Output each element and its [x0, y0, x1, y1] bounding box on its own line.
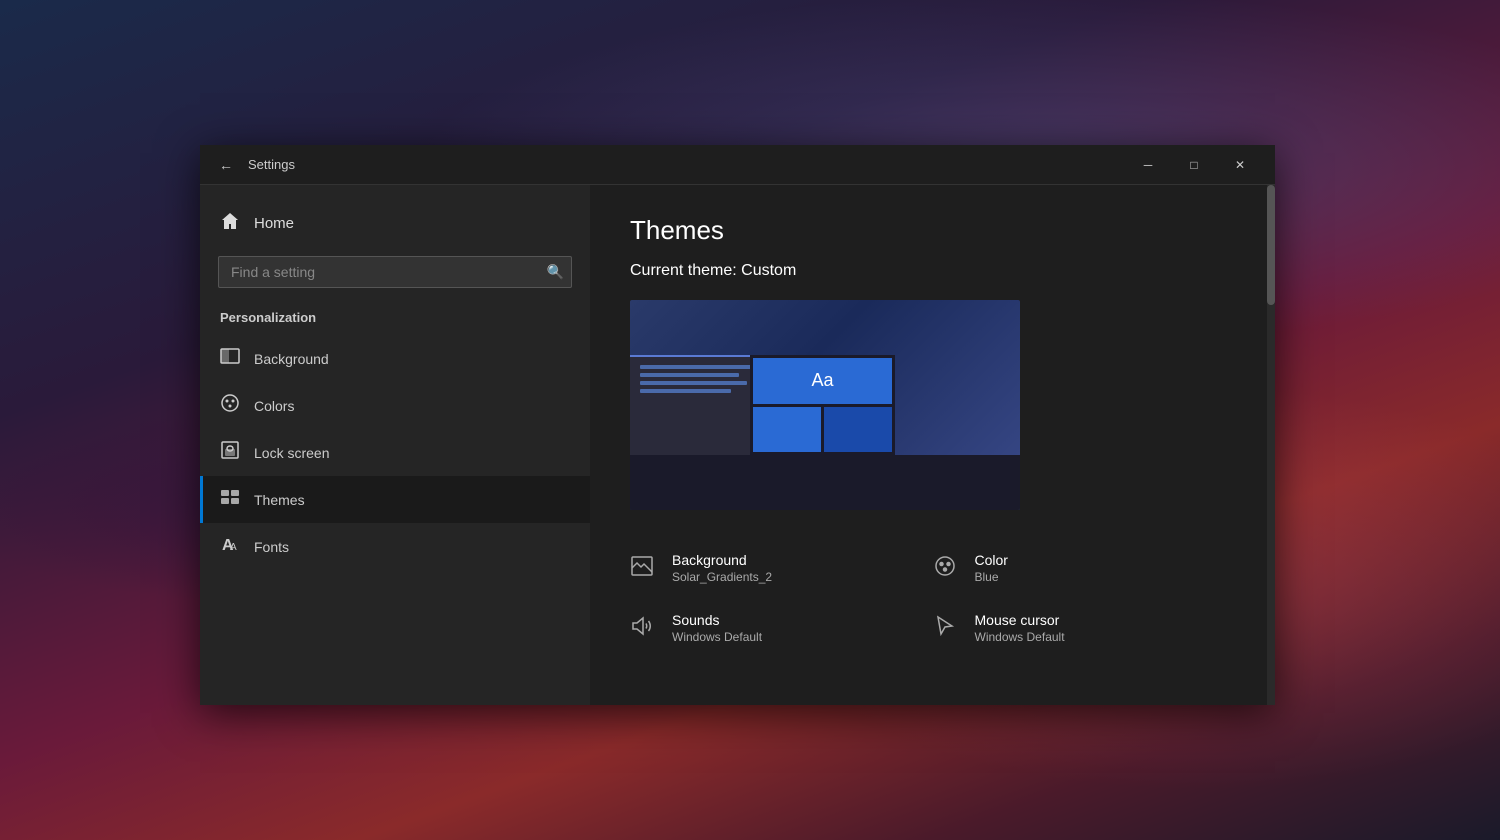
theme-details-grid: Background Solar_Gradients_2	[630, 538, 1235, 658]
preview-tile-2	[824, 407, 892, 453]
maximize-button[interactable]: □	[1171, 145, 1217, 185]
sidebar-item-lock-screen[interactable]: Lock screen	[200, 429, 590, 476]
search-icon[interactable]: 🔍	[547, 264, 564, 281]
preview-line	[640, 381, 747, 385]
sidebar-item-label: Lock screen	[254, 445, 329, 461]
lock-screen-icon	[220, 440, 240, 465]
search-container: 🔍	[218, 256, 572, 288]
detail-sounds-icon	[630, 614, 658, 644]
sidebar-item-background[interactable]: Background	[200, 335, 590, 382]
scrollbar-track	[1267, 185, 1275, 705]
preview-tile-1	[753, 407, 821, 453]
detail-mouse-cursor-text: Mouse cursor Windows Default	[975, 612, 1065, 644]
settings-window: ← Settings ─ □ ✕ Home 🔍	[200, 145, 1275, 705]
sidebar-item-label: Fonts	[254, 539, 289, 555]
detail-color-text: Color Blue	[975, 552, 1008, 584]
titlebar-title: Settings	[248, 157, 295, 172]
current-theme-label: Current theme: Custom	[630, 262, 1235, 280]
fonts-icon: A A	[220, 534, 240, 559]
theme-preview: Aa	[630, 300, 1020, 510]
detail-background-label: Background	[672, 552, 772, 568]
preview-taskbar	[630, 455, 1020, 510]
main-content: Themes Current theme: Custom Aa	[590, 185, 1275, 705]
preview-line	[640, 389, 731, 393]
sidebar-item-label: Background	[254, 351, 329, 367]
sidebar-item-themes[interactable]: Themes	[200, 476, 590, 523]
minimize-button[interactable]: ─	[1125, 145, 1171, 185]
detail-mouse-cursor-icon	[933, 614, 961, 644]
theme-detail-color[interactable]: Color Blue	[933, 538, 1236, 598]
svg-text:A: A	[230, 542, 237, 553]
page-title: Themes	[630, 215, 1235, 246]
detail-color-value: Blue	[975, 570, 1008, 584]
home-label: Home	[254, 215, 294, 232]
preview-tile-area: Aa	[750, 355, 895, 455]
theme-detail-mouse-cursor[interactable]: Mouse cursor Windows Default	[933, 598, 1236, 658]
detail-background-text: Background Solar_Gradients_2	[672, 552, 772, 584]
preview-tile-aa: Aa	[753, 358, 892, 404]
theme-detail-background[interactable]: Background Solar_Gradients_2	[630, 538, 933, 598]
scrollbar-thumb[interactable]	[1267, 185, 1275, 305]
detail-sounds-text: Sounds Windows Default	[672, 612, 762, 644]
theme-detail-sounds[interactable]: Sounds Windows Default	[630, 598, 933, 658]
preview-line	[640, 365, 756, 369]
close-button[interactable]: ✕	[1217, 145, 1263, 185]
detail-mouse-cursor-value: Windows Default	[975, 630, 1065, 644]
detail-color-icon	[933, 554, 961, 584]
detail-color-label: Color	[975, 552, 1008, 568]
titlebar: ← Settings ─ □ ✕	[200, 145, 1275, 185]
detail-background-value: Solar_Gradients_2	[672, 570, 772, 584]
sidebar-section-label: Personalization	[200, 304, 590, 335]
detail-sounds-label: Sounds	[672, 612, 762, 628]
sidebar-item-fonts[interactable]: A A Fonts	[200, 523, 590, 570]
sidebar-item-label: Themes	[254, 492, 305, 508]
themes-icon	[220, 487, 240, 512]
detail-mouse-cursor-label: Mouse cursor	[975, 612, 1065, 628]
back-button[interactable]: ←	[212, 151, 240, 179]
colors-icon	[220, 393, 240, 418]
sidebar: Home 🔍 Personalization Background	[200, 185, 590, 705]
sidebar-item-home[interactable]: Home	[200, 201, 590, 246]
sidebar-item-label: Colors	[254, 398, 294, 414]
sidebar-item-colors[interactable]: Colors	[200, 382, 590, 429]
preview-line	[640, 373, 739, 377]
home-icon	[220, 211, 240, 236]
window-body: Home 🔍 Personalization Background	[200, 185, 1275, 705]
detail-sounds-value: Windows Default	[672, 630, 762, 644]
background-icon	[220, 346, 240, 371]
search-input[interactable]	[218, 256, 572, 288]
window-controls: ─ □ ✕	[1125, 145, 1263, 185]
detail-background-icon	[630, 554, 658, 584]
